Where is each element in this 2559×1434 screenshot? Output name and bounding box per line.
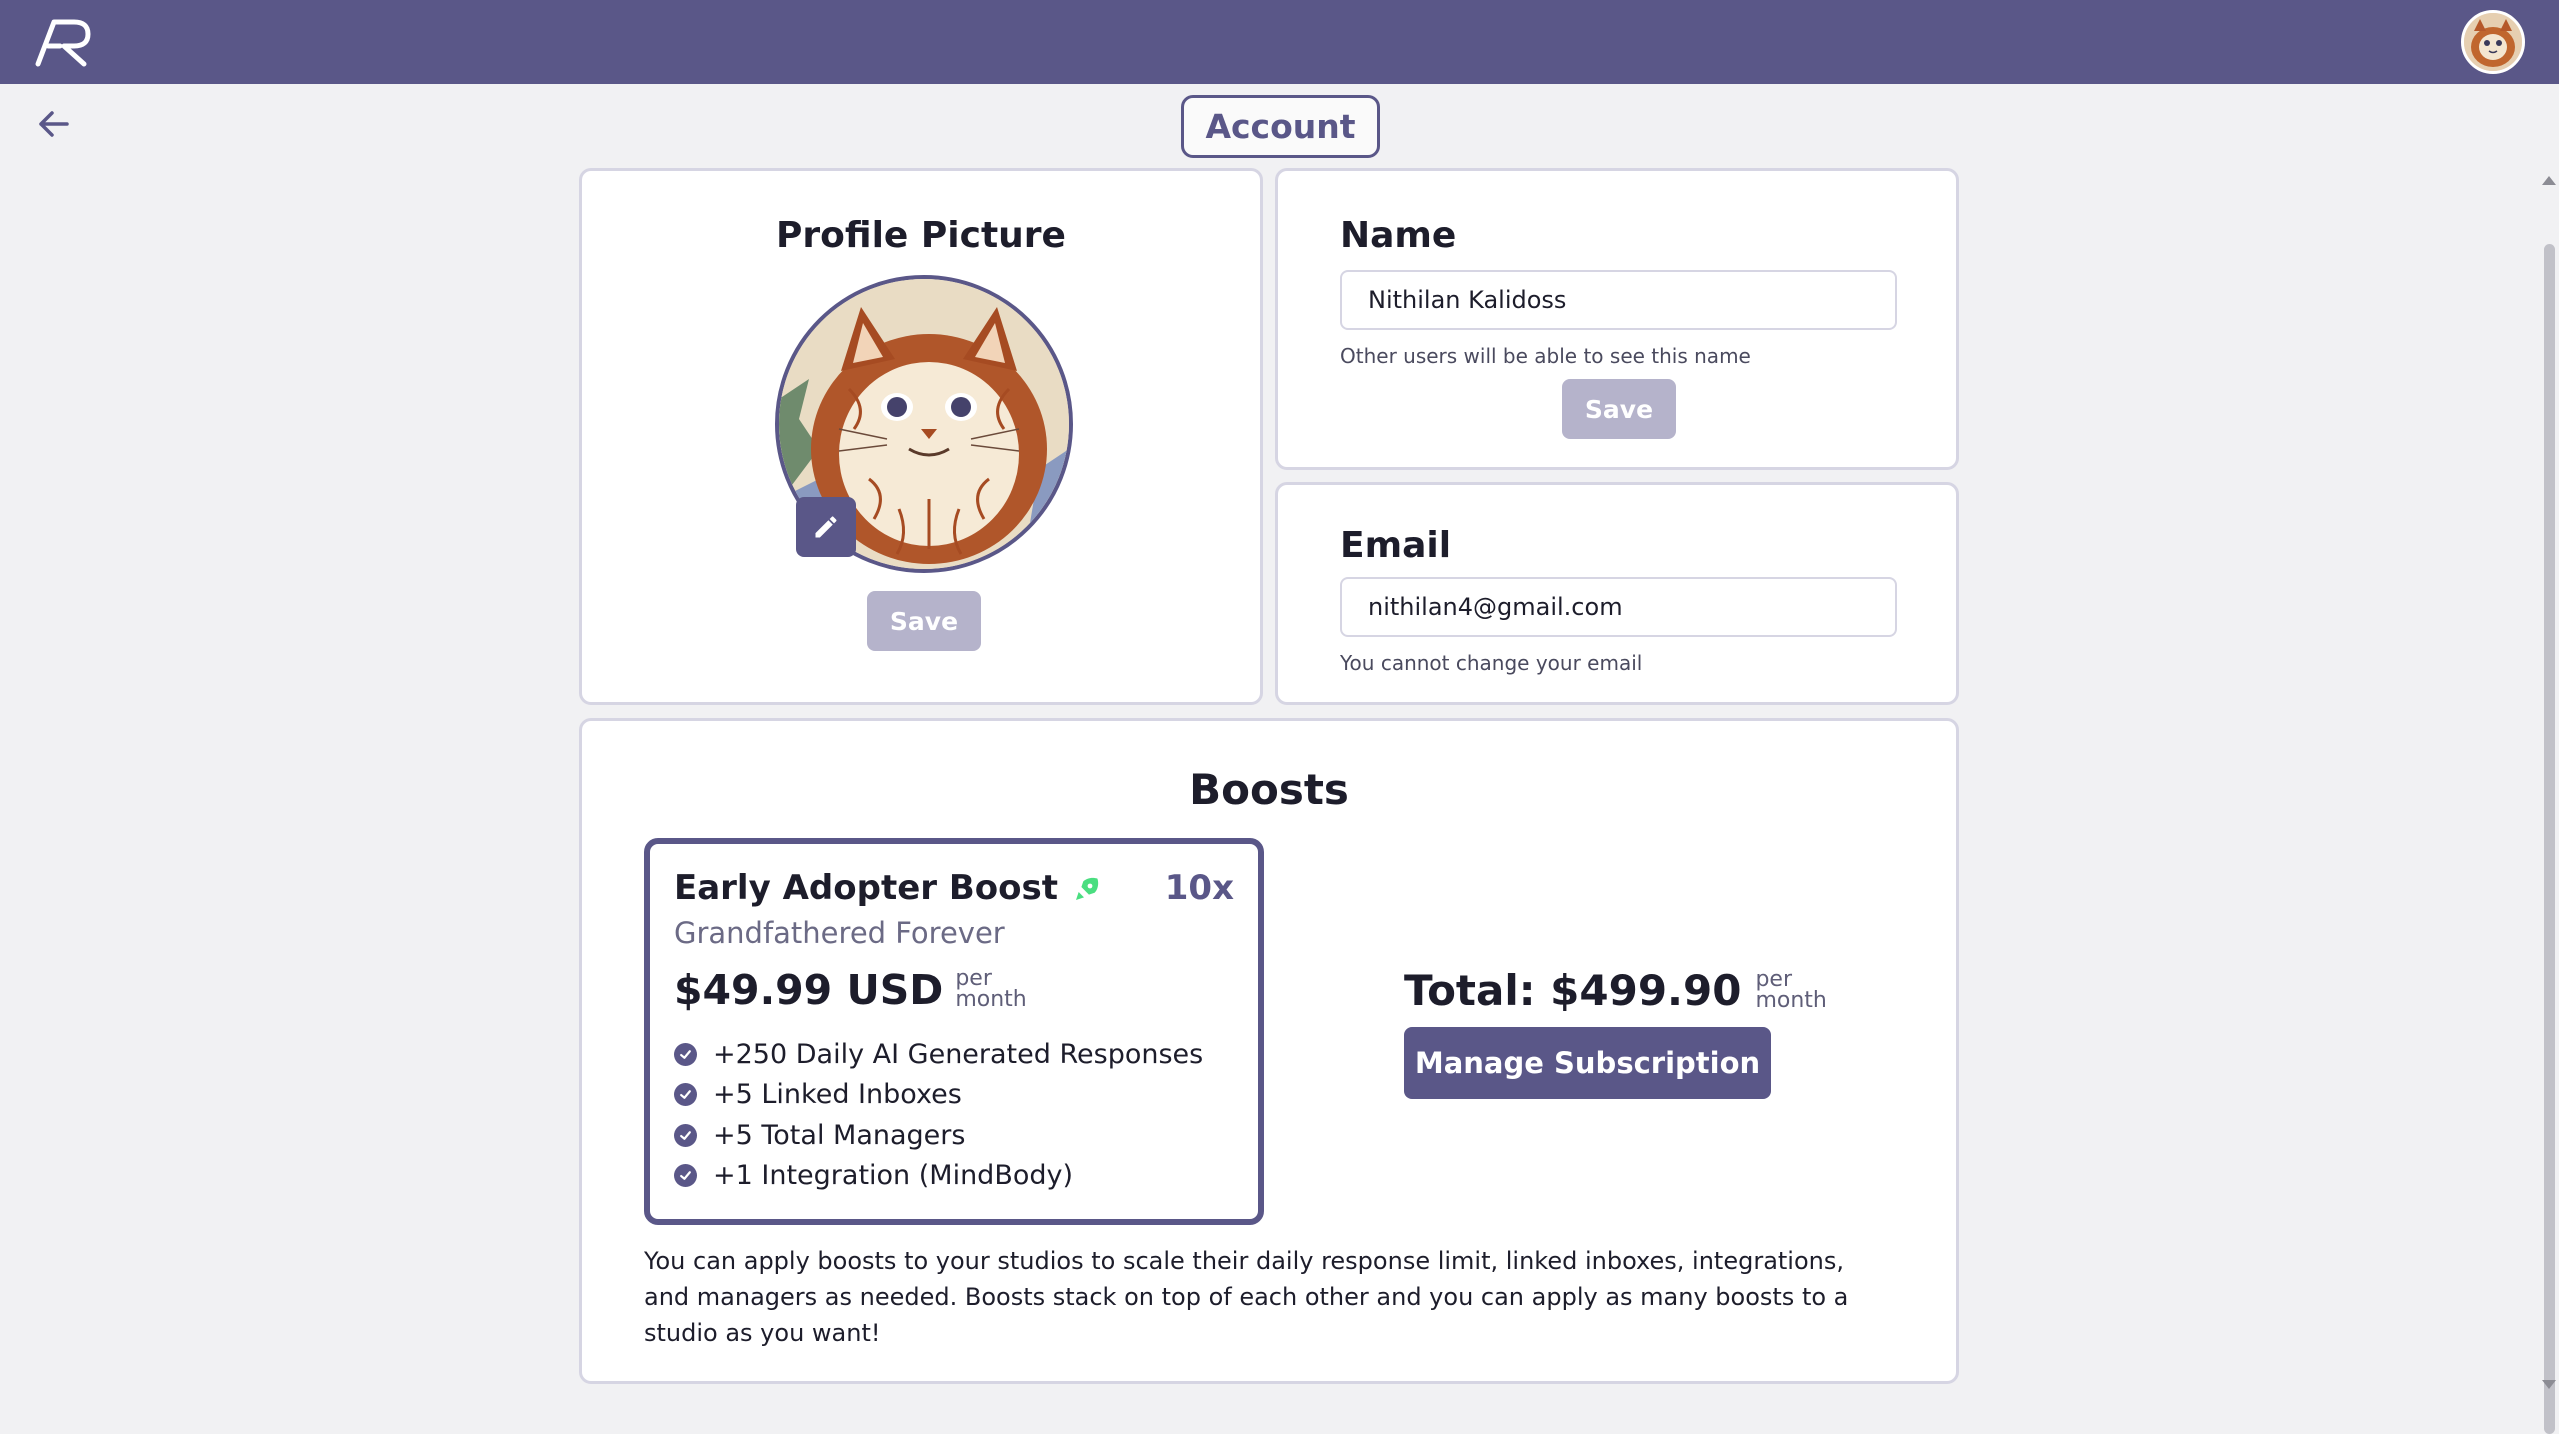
page-title: Account bbox=[1181, 95, 1380, 158]
check-circle-icon bbox=[674, 1164, 697, 1188]
email-title: Email bbox=[1340, 525, 1452, 566]
edit-profile-picture-button[interactable] bbox=[796, 497, 856, 557]
boost-subtitle: Grandfathered Forever bbox=[674, 916, 1005, 950]
feature-text: +5 Total Managers bbox=[713, 1119, 966, 1151]
list-item: +250 Daily AI Generated Responses bbox=[674, 1034, 1203, 1075]
month-label: month bbox=[1755, 988, 1827, 1013]
boost-name: Early Adopter Boost bbox=[674, 868, 1104, 908]
boosts-description: You can apply boosts to your studios to … bbox=[644, 1247, 1849, 1347]
scroll-thumb[interactable] bbox=[2544, 244, 2555, 1434]
top-nav-bar bbox=[0, 0, 2559, 84]
list-item: +5 Total Managers bbox=[674, 1115, 1203, 1156]
profile-picture-save-button[interactable]: Save bbox=[867, 591, 981, 651]
total-amount: Total: $499.90 bbox=[1404, 966, 1742, 1015]
name-title: Name bbox=[1340, 215, 1457, 256]
boost-price-period: per month bbox=[955, 968, 1026, 1014]
check-circle-icon bbox=[674, 1042, 697, 1066]
list-item: +5 Linked Inboxes bbox=[674, 1075, 1203, 1116]
name-card: Name Nithilan Kalidoss Other users will … bbox=[1275, 168, 1959, 470]
back-arrow-icon[interactable] bbox=[34, 104, 74, 144]
feature-text: +1 Integration (MindBody) bbox=[713, 1160, 1074, 1192]
pencil-icon bbox=[812, 513, 840, 541]
name-hint: Other users will be able to see this nam… bbox=[1340, 344, 1751, 368]
list-item: +1 Integration (MindBody) bbox=[674, 1156, 1203, 1197]
boost-tile[interactable]: Early Adopter Boost 10x Grandfathered Fo… bbox=[644, 838, 1264, 1225]
check-circle-icon bbox=[674, 1083, 697, 1107]
manage-subscription-button[interactable]: Manage Subscription bbox=[1404, 1027, 1771, 1099]
check-circle-icon bbox=[674, 1123, 697, 1147]
total-period: per month bbox=[1755, 969, 1826, 1015]
boost-price-amount: $49.99 USD bbox=[674, 966, 944, 1014]
email-card: Email nithilan4@gmail.com You cannot cha… bbox=[1275, 482, 1959, 705]
feature-text: +5 Linked Inboxes bbox=[713, 1079, 962, 1111]
profile-picture-card: Profile Picture Save bbox=[579, 168, 1263, 705]
subscription-total: Total: $499.90 per month bbox=[1404, 966, 1827, 1015]
user-avatar[interactable] bbox=[2461, 10, 2525, 74]
boost-feature-list: +250 Daily AI Generated Responses +5 Lin… bbox=[674, 1034, 1203, 1196]
profile-picture-title: Profile Picture bbox=[776, 215, 1066, 256]
name-input[interactable]: Nithilan Kalidoss bbox=[1340, 270, 1897, 330]
boost-name-label: Early Adopter Boost bbox=[674, 868, 1058, 908]
app-logo-icon[interactable] bbox=[34, 16, 94, 68]
name-save-button[interactable]: Save bbox=[1562, 379, 1676, 439]
boosts-title: Boosts bbox=[1189, 765, 1349, 814]
email-hint: You cannot change your email bbox=[1340, 651, 1643, 675]
boosts-card: Boosts Early Adopter Boost 10x Grandfath… bbox=[579, 718, 1959, 1384]
scroll-down-icon[interactable] bbox=[2542, 1380, 2556, 1389]
rocket-icon bbox=[1072, 872, 1104, 904]
per-label: per bbox=[955, 966, 992, 991]
scroll-up-icon[interactable] bbox=[2542, 176, 2556, 185]
page-scrollbar[interactable] bbox=[2539, 84, 2559, 1434]
boost-price: $49.99 USD per month bbox=[674, 966, 1027, 1014]
feature-text: +250 Daily AI Generated Responses bbox=[713, 1038, 1204, 1070]
boost-multiplier: 10x bbox=[1164, 868, 1234, 908]
per-label: per bbox=[1755, 967, 1793, 992]
month-label: month bbox=[955, 987, 1027, 1012]
email-input[interactable]: nithilan4@gmail.com bbox=[1340, 577, 1897, 637]
